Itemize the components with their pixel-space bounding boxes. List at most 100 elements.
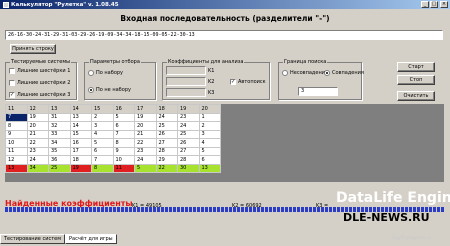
grid-cell[interactable]: 1 <box>198 112 221 122</box>
grid-cell[interactable]: 35 <box>48 146 71 156</box>
grid-cell[interactable]: 34 <box>26 163 49 173</box>
grid-row[interactable]: 9 21 33 15 4 7 21 26 25 3 <box>5 129 221 139</box>
grid-cell[interactable]: 20 <box>26 121 49 131</box>
grid-cell[interactable]: 27 <box>177 146 200 156</box>
grid-row[interactable]: 10 22 34 16 5 8 22 27 26 4 <box>5 138 221 148</box>
bound-option-match[interactable]: Совпадения <box>324 70 364 76</box>
bound-value-input[interactable]: 3 <box>298 87 338 96</box>
grid-cell[interactable]: 9 <box>5 129 28 139</box>
checkbox[interactable] <box>9 68 15 74</box>
k2-field[interactable] <box>166 77 206 86</box>
grid-cell[interactable]: 28 <box>155 146 178 156</box>
grid-cell[interactable]: 8 <box>112 138 135 148</box>
start-button[interactable]: Старт <box>397 62 435 72</box>
close-button[interactable]: × <box>440 1 448 8</box>
grid-cell[interactable]: 15 <box>69 129 92 139</box>
grid-cell[interactable]: 23 <box>26 146 49 156</box>
results-grid[interactable]: 11 12 13 14 15 16 17 18 19 20 7 19 31 13 2 5 19 24 23 1 8 20 3… <box>5 104 444 182</box>
checkbox[interactable] <box>9 80 15 86</box>
grid-cell[interactable]: 8 <box>91 163 114 173</box>
grid-cell[interactable]: 28 <box>177 155 200 165</box>
maximize-button[interactable]: □ <box>430 1 438 8</box>
grid-cell[interactable]: 16 <box>69 138 92 148</box>
grid-cell[interactable]: 21 <box>134 129 157 139</box>
radio-button-selected[interactable] <box>88 87 94 93</box>
grid-cell[interactable]: 29 <box>155 155 178 165</box>
grid-cell[interactable]: 5 <box>112 112 135 122</box>
grid-row[interactable]: 8 20 32 14 3 6 20 25 24 2 <box>5 121 221 131</box>
grid-cell[interactable]: 19 <box>69 163 92 173</box>
grid-cell[interactable]: 5 <box>91 138 114 148</box>
grid-cell[interactable]: 4 <box>198 138 221 148</box>
grid-cell[interactable]: 2 <box>91 112 114 122</box>
grid-cell[interactable]: 22 <box>134 138 157 148</box>
grid-cell[interactable]: 11 <box>5 146 28 156</box>
grid-cell[interactable]: 26 <box>155 129 178 139</box>
grid-cell[interactable]: 5 <box>198 146 221 156</box>
grid-cell[interactable]: 24 <box>155 112 178 122</box>
radio-button[interactable] <box>282 70 288 76</box>
grid-cell[interactable]: 11 <box>112 163 135 173</box>
minimize-button[interactable]: _ <box>421 1 429 8</box>
grid-row[interactable]: 13 34 25 19 8 11 5 22 30 13 <box>5 163 221 173</box>
grid-cell[interactable]: 25 <box>177 129 200 139</box>
grid-cell[interactable]: 25 <box>48 163 71 173</box>
grid-cell[interactable]: 7 <box>91 155 114 165</box>
grid-cell[interactable]: 19 <box>134 112 157 122</box>
grid-cell[interactable]: 8 <box>5 121 28 131</box>
tab-testing-systems[interactable]: Тестирование систем <box>0 234 65 244</box>
grid-cell[interactable]: 24 <box>134 155 157 165</box>
grid-cell[interactable]: 6 <box>112 121 135 131</box>
grid-cell[interactable]: 26 <box>177 138 200 148</box>
grid-cell[interactable]: 10 <box>5 138 28 148</box>
grid-cell[interactable]: 6 <box>198 155 221 165</box>
checkbox-checked[interactable]: ✓ <box>230 79 236 85</box>
k1-field[interactable] <box>166 66 206 75</box>
grid-row[interactable]: 12 24 36 18 7 10 24 29 28 6 <box>5 155 221 165</box>
radio-button[interactable] <box>88 70 94 76</box>
grid-cell[interactable]: 36 <box>48 155 71 165</box>
grid-cell[interactable]: 7 <box>112 129 135 139</box>
grid-cell[interactable]: 20 <box>134 121 157 131</box>
tab-game-calc[interactable]: Расчёт для игры <box>64 234 117 244</box>
system-option-2[interactable]: Лишние шестёрки 2 <box>9 80 70 86</box>
grid-cell[interactable]: 7 <box>5 112 28 122</box>
selection-option-not-set[interactable]: По не набору <box>88 87 131 93</box>
sequence-input[interactable]: 26-16-30-24-31-29-31-03-29-26-19-09-34-3… <box>5 30 443 40</box>
grid-cell[interactable]: 23 <box>134 146 157 156</box>
radio-button-selected[interactable] <box>324 70 330 76</box>
checkbox-checked[interactable]: ✓ <box>9 92 15 98</box>
grid-cell[interactable]: 34 <box>48 138 71 148</box>
grid-cell[interactable]: 14 <box>69 121 92 131</box>
grid-cell[interactable]: 10 <box>112 155 135 165</box>
grid-cell[interactable]: 30 <box>177 163 200 173</box>
grid-cell[interactable]: 19 <box>26 112 49 122</box>
grid-cell[interactable]: 27 <box>155 138 178 148</box>
grid-cell[interactable]: 9 <box>112 146 135 156</box>
grid-cell[interactable]: 13 <box>69 112 92 122</box>
grid-cell[interactable]: 32 <box>48 121 71 131</box>
grid-cell[interactable]: 31 <box>48 112 71 122</box>
grid-cell[interactable]: 6 <box>91 146 114 156</box>
grid-cell[interactable]: 12 <box>5 155 28 165</box>
grid-cell[interactable]: 22 <box>26 138 49 148</box>
grid-cell[interactable]: 5 <box>134 163 157 173</box>
grid-cell[interactable]: 21 <box>26 129 49 139</box>
accept-string-button[interactable]: Принять строку <box>10 44 56 54</box>
grid-row[interactable]: 7 19 31 13 2 5 19 24 23 1 <box>5 112 221 122</box>
system-option-3[interactable]: ✓ Лишние шестёрки 3 <box>9 92 70 98</box>
grid-cell[interactable]: 25 <box>155 121 178 131</box>
grid-cell[interactable]: 17 <box>69 146 92 156</box>
grid-cell[interactable]: 4 <box>91 129 114 139</box>
stop-button[interactable]: Стоп <box>397 75 435 85</box>
selection-option-set[interactable]: По набору <box>88 70 123 76</box>
bound-option-mismatch[interactable]: Несовпадения <box>282 70 328 76</box>
system-option-1[interactable]: Лишние шестёрки 1 <box>9 68 70 74</box>
grid-cell[interactable]: 33 <box>48 129 71 139</box>
grid-cell[interactable]: 3 <box>91 121 114 131</box>
grid-cell[interactable]: 24 <box>177 121 200 131</box>
grid-cell[interactable]: 13 <box>5 163 28 173</box>
grid-cell[interactable]: 13 <box>198 163 221 173</box>
grid-row[interactable]: 11 23 35 17 6 9 23 28 27 5 <box>5 146 221 156</box>
grid-cell[interactable]: 2 <box>198 121 221 131</box>
